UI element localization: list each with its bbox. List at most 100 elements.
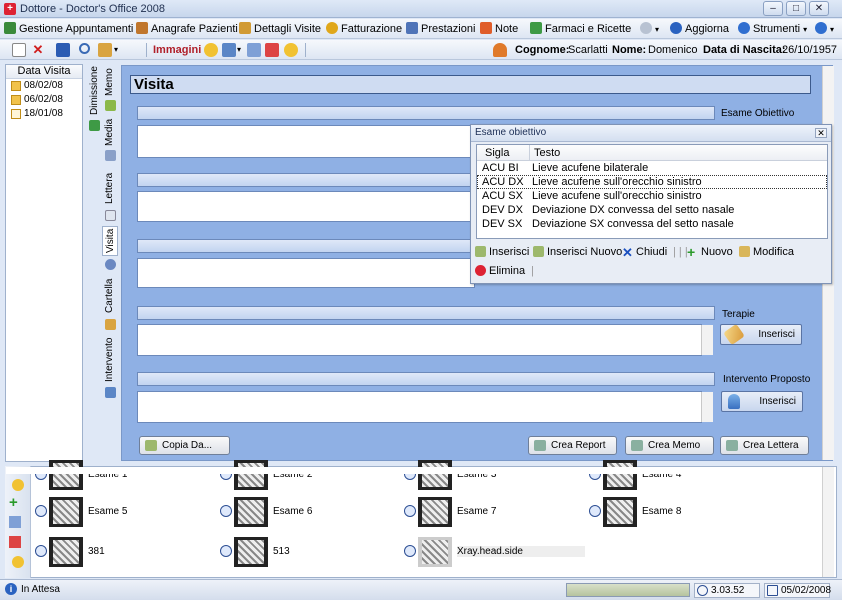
info-icon: i [5,583,17,595]
menu-farmaci-e-ricette[interactable]: Farmaci e Ricette [530,22,631,37]
image-export-icon[interactable] [265,43,279,57]
search-icon[interactable] [79,43,90,54]
therapy-insert-button[interactable]: Inserisci [720,323,802,346]
arrow-right-icon[interactable] [12,556,24,568]
tab-cartella[interactable]: Cartella [102,276,118,316]
status-time: 3.03.52 [694,583,760,598]
image-export-icon[interactable] [9,536,21,548]
popup-new-button[interactable]: + Nuovo [687,244,733,260]
table-row[interactable]: ACU SX Lieve acufene sull'orecchio sinist… [477,189,827,203]
plus-icon: + [687,244,696,260]
tab-media[interactable]: Media [102,116,118,148]
intervention-scrollbar[interactable] [701,392,713,422]
section-textarea[interactable] [137,258,475,288]
column-header-sigla[interactable]: Sigla [485,147,509,159]
exam-textarea[interactable] [137,125,475,158]
image-icon[interactable] [9,516,21,528]
name-label: Nome: [612,44,647,56]
column-header-testo[interactable]: Testo [534,147,560,159]
arrow-right-icon[interactable] [284,43,298,57]
table-row[interactable]: DEV DX Deviazione DX convessa del setto n… [477,203,827,217]
menu-fatturazione[interactable]: Fatturazione [326,22,402,37]
table-row[interactable]: ACU DX Lieve acufene sull'orecchio sinist… [477,175,827,189]
tab-lettera[interactable]: Lettera [102,168,118,208]
tab-intervento[interactable]: Intervento [102,336,118,384]
letter-icon [726,440,738,451]
add-icon[interactable]: + [9,494,18,511]
intervention-insert-button[interactable]: Inserisci [721,391,803,412]
status-date: 05/02/2008 [764,583,831,598]
menu-prestazioni[interactable]: Prestazioni [406,22,475,37]
therapy-scrollbar[interactable] [701,325,713,355]
therapy-textarea[interactable] [137,324,702,356]
arrow-left-icon[interactable] [12,479,24,491]
tab-dimissione[interactable]: Dimissione [88,66,102,116]
visit-icon [105,259,116,270]
print-preview-icon[interactable] [98,43,112,57]
image-icon[interactable] [222,43,236,57]
create-report-button[interactable]: Crea Report [528,436,617,455]
copy-from-button[interactable]: Copia Da... [139,436,230,455]
thumbnails-scrollbar[interactable] [822,467,834,577]
menu-aggiorna[interactable]: Aggiorna [670,22,729,37]
close-button[interactable]: ✕ [809,1,829,16]
table-row[interactable]: ACU BI Lieve acufene bilaterale [477,161,827,175]
create-letter-button[interactable]: Crea Lettera [720,436,809,455]
surgery-icon [105,387,116,398]
thumbnail-image [49,460,83,490]
image-select-icon[interactable] [247,43,261,57]
close-icon: ✕ [622,245,633,260]
arrow-left-icon[interactable] [204,43,218,57]
menu-gestione-appuntamenti[interactable]: Gestione Appuntamenti [4,22,133,37]
insert-new-icon [533,246,544,257]
menu-dettagli-visite[interactable]: Dettagli Visite [239,22,321,37]
section-bar [137,173,475,187]
chevron-down-icon: ▾ [830,25,835,34]
thumbnail-image [49,497,83,527]
progress-fill [567,584,689,596]
popup-close-button[interactable]: ✕ Chiudi [622,245,667,260]
delete-icon[interactable]: ✕ [31,43,45,57]
popup-insert-button[interactable]: Inserisci [475,246,529,258]
thumbnail-image [603,460,637,490]
intervention-textarea[interactable] [137,391,702,423]
visit-date-item[interactable]: 18/01/08 [6,107,82,121]
app-icon: + [4,3,16,15]
menu-help[interactable]: ▾ [815,22,834,37]
tab-memo[interactable]: Memo [102,66,118,98]
visit-date-item[interactable]: 08/02/08 [6,79,82,93]
visit-date-item[interactable]: 06/02/08 [6,93,82,107]
discharge-icon [89,120,100,131]
menu-note[interactable]: Note [480,22,518,37]
menu-strumenti[interactable]: Strumenti ▾ [738,22,807,37]
thumbnail-image [418,537,452,567]
clock-icon [220,545,232,557]
minimize-button[interactable]: – [763,1,783,16]
section-textarea[interactable] [137,191,475,222]
surname-label: Cognome: [515,44,570,56]
popup-delete-button[interactable]: Elimina [475,265,525,277]
create-memo-button[interactable]: Crea Memo [625,436,714,455]
thumbnail-image [234,537,268,567]
calendar-icon [767,585,778,596]
menu-options-dropdown[interactable]: ▾ [640,22,659,37]
chevron-down-icon[interactable]: ▾ [237,43,241,57]
menu-anagrafe-pazienti[interactable]: Anagrafe Pazienti [136,22,238,37]
table-row[interactable]: DEV SX Deviazione SX convessa del setto n… [477,217,827,231]
tools-icon [738,22,750,34]
refresh-icon [670,22,682,34]
popup-separator: | | | [673,246,688,258]
tab-visita[interactable]: Visita [102,226,118,256]
folder-icon [11,81,21,91]
clock-icon [404,545,416,557]
chevron-down-icon[interactable]: ▾ [114,43,118,57]
maximize-button[interactable]: □ [786,1,806,16]
toolbar: ✕ ▾ Immagini ▾ Cognome: Scarlatti Nome: … [0,40,842,60]
new-icon[interactable] [12,43,26,57]
popup-edit-button[interactable]: Modifica [739,246,794,258]
letter-icon [105,210,116,221]
popup-insert-new-button[interactable]: Inserisci Nuovo [533,246,622,258]
popup-close-icon[interactable]: ✕ [815,128,827,138]
status-text: In Attesa [21,584,60,595]
save-icon[interactable] [56,43,70,57]
